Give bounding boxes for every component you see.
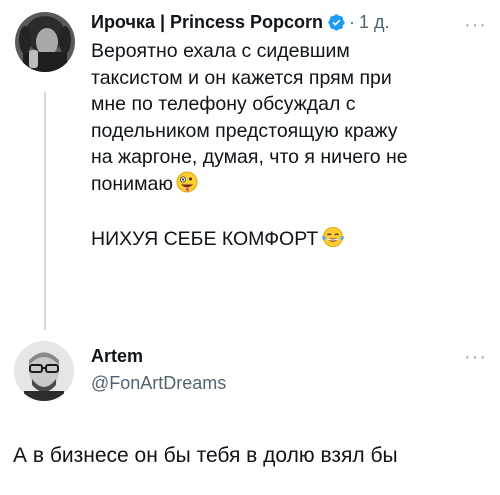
verified-badge-icon: [328, 13, 345, 31]
post-body-caps-line: НИХУЯ СЕБЕ КОМФОРТ: [91, 228, 319, 250]
reply-more-icon[interactable]: ···: [464, 347, 487, 367]
post-body-line: таксистом и он кажется прям при: [91, 66, 392, 89]
post-body-line: понимаю: [91, 172, 173, 195]
zany-face-emoji: [176, 171, 198, 201]
thread-connector-line: [44, 92, 46, 330]
post-body-line: Вероятно ехала с сидевшим: [91, 40, 350, 62]
reply-author-name[interactable]: Artem: [91, 346, 143, 367]
post-author-avatar[interactable]: [15, 12, 75, 72]
post-body: Вероятно ехала с сидевшим таксистом и он…: [91, 38, 481, 256]
post-timestamp[interactable]: 1 д.: [359, 12, 390, 33]
post-more-icon[interactable]: ···: [464, 15, 487, 35]
post-second-paragraph: НИХУЯ СЕБЕ КОМФОРТ: [91, 226, 481, 256]
reply-author-handle[interactable]: @FonArtDreams: [91, 373, 226, 394]
reply-text: А в бизнесе он бы тебя в долю взял бы: [13, 444, 398, 467]
header-separator: ·: [349, 11, 356, 32]
post-header: Ирочка | Princess Popcorn · 1 д.: [91, 9, 390, 35]
reply-author-avatar[interactable]: [14, 341, 74, 401]
post-body-line: подельником предстоящую кражу: [91, 119, 398, 142]
post-body-line-last: понимаю: [91, 171, 481, 201]
tears-of-joy-emoji: [321, 226, 345, 256]
post-body-line: на жаргоне, думая, что я ничего не: [91, 146, 408, 168]
post-author-name[interactable]: Ирочка | Princess Popcorn: [91, 12, 323, 33]
post-body-line: мне по телефону обсуждал с: [91, 93, 356, 115]
